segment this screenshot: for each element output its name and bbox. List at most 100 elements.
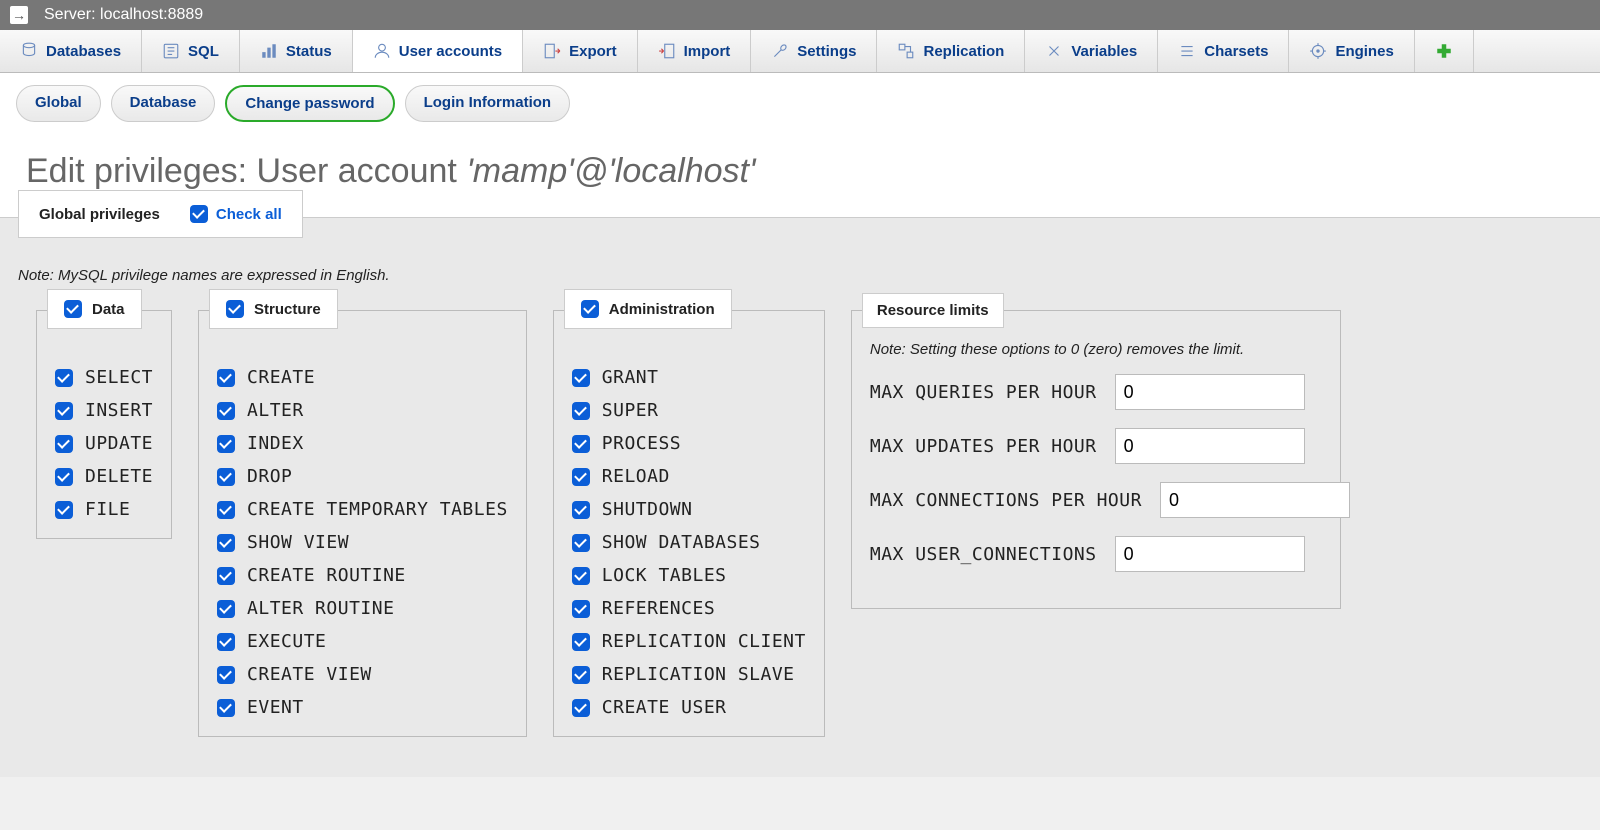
group-administration-legend[interactable]: Administration [564,289,732,329]
privilege-create[interactable]: CREATE [217,367,508,388]
privilege-create-routine[interactable]: CREATE ROUTINE [217,565,508,586]
nav-engines[interactable]: Engines [1289,30,1414,72]
group-administration-title: Administration [609,301,715,318]
privilege-insert[interactable]: INSERT [55,400,153,421]
privilege-lock-tables[interactable]: LOCK TABLES [572,565,806,586]
privilege-checkbox[interactable] [572,402,590,420]
nav-variables[interactable]: Variables [1025,30,1158,72]
privilege-super[interactable]: SUPER [572,400,806,421]
nav-more[interactable] [1415,30,1474,72]
group-structure-legend[interactable]: Structure [209,289,338,329]
privilege-delete[interactable]: DELETE [55,466,153,487]
privilege-checkbox[interactable] [572,369,590,387]
privilege-checkbox[interactable] [572,567,590,585]
privilege-label: CREATE VIEW [247,664,372,685]
privilege-checkbox[interactable] [572,501,590,519]
resource-limit-input[interactable] [1115,374,1305,410]
privilege-checkbox[interactable] [217,633,235,651]
resource-limit-input[interactable] [1115,428,1305,464]
privilege-reload[interactable]: RELOAD [572,466,806,487]
subtab-global[interactable]: Global [16,85,101,122]
privilege-show-view[interactable]: SHOW VIEW [217,532,508,553]
privilege-create-user[interactable]: CREATE USER [572,697,806,718]
group-resource-limits: Resource limits Note: Setting these opti… [851,310,1341,609]
privilege-alter-routine[interactable]: ALTER ROUTINE [217,598,508,619]
group-data: Data SELECTINSERTUPDATEDELETEFILE [36,310,172,539]
privilege-checkbox[interactable] [217,534,235,552]
privilege-create-temporary-tables[interactable]: CREATE TEMPORARY TABLES [217,499,508,520]
nav-replication[interactable]: Replication [877,30,1025,72]
privilege-grant[interactable]: GRANT [572,367,806,388]
privilege-checkbox[interactable] [55,402,73,420]
group-administration-checkbox[interactable] [581,300,599,318]
group-data-checkbox[interactable] [64,300,82,318]
nav-export[interactable]: Export [523,30,638,72]
collapse-arrow-icon[interactable]: → [10,6,28,24]
privilege-checkbox[interactable] [55,468,73,486]
nav-label: Export [569,43,617,60]
privilege-replication-client[interactable]: REPLICATION CLIENT [572,631,806,652]
privilege-event[interactable]: EVENT [217,697,508,718]
wrench-icon [771,42,789,60]
privilege-checkbox[interactable] [55,501,73,519]
privilege-checkbox[interactable] [217,435,235,453]
privilege-drop[interactable]: DROP [217,466,508,487]
privilege-create-view[interactable]: CREATE VIEW [217,664,508,685]
privilege-label: EVENT [247,697,304,718]
check-all-checkbox[interactable] [190,205,208,223]
privilege-label: RELOAD [602,466,670,487]
subtab-change-password[interactable]: Change password [225,85,394,122]
subtab-login-information[interactable]: Login Information [405,85,570,122]
privilege-checkbox[interactable] [572,666,590,684]
privilege-checkbox[interactable] [217,402,235,420]
subtab-database[interactable]: Database [111,85,216,122]
privilege-process[interactable]: PROCESS [572,433,806,454]
nav-import[interactable]: Import [638,30,752,72]
privilege-references[interactable]: REFERENCES [572,598,806,619]
privilege-checkbox[interactable] [572,468,590,486]
privilege-checkbox[interactable] [55,369,73,387]
privilege-checkbox[interactable] [572,633,590,651]
privilege-checkbox[interactable] [217,468,235,486]
check-all-control[interactable]: Check all [190,205,282,223]
nav-settings[interactable]: Settings [751,30,877,72]
privilege-checkbox[interactable] [217,699,235,717]
resource-limit-input[interactable] [1115,536,1305,572]
privilege-update[interactable]: UPDATE [55,433,153,454]
privilege-index[interactable]: INDEX [217,433,508,454]
privilege-shutdown[interactable]: SHUTDOWN [572,499,806,520]
nav-sql[interactable]: SQL [142,30,240,72]
nav-label: Variables [1071,43,1137,60]
privilege-checkbox[interactable] [217,567,235,585]
nav-user-accounts[interactable]: User accounts [353,30,523,72]
privilege-alter[interactable]: ALTER [217,400,508,421]
privilege-checkbox[interactable] [217,600,235,618]
resource-limit-input[interactable] [1160,482,1350,518]
resource-limits-title: Resource limits [877,302,989,319]
resource-limit-max-connections-per-hour: MAX CONNECTIONS PER HOUR [870,482,1322,518]
privilege-show-databases[interactable]: SHOW DATABASES [572,532,806,553]
privilege-checkbox[interactable] [55,435,73,453]
nav-databases[interactable]: Databases [0,30,142,72]
group-structure-checkbox[interactable] [226,300,244,318]
privilege-checkbox[interactable] [217,666,235,684]
privilege-checkbox[interactable] [217,501,235,519]
import-icon [658,42,676,60]
privilege-label: SHUTDOWN [602,499,693,520]
privilege-replication-slave[interactable]: REPLICATION SLAVE [572,664,806,685]
privilege-checkbox[interactable] [572,534,590,552]
privilege-checkbox[interactable] [572,699,590,717]
group-data-title: Data [92,301,125,318]
privilege-checkbox[interactable] [572,435,590,453]
group-data-legend[interactable]: Data [47,289,142,329]
server-label[interactable]: Server: localhost:8889 [44,6,203,24]
privilege-label: SHOW VIEW [247,532,349,553]
privilege-execute[interactable]: EXECUTE [217,631,508,652]
privilege-checkbox[interactable] [217,369,235,387]
privilege-file[interactable]: FILE [55,499,153,520]
privilege-label: ALTER [247,400,304,421]
nav-charsets[interactable]: Charsets [1158,30,1289,72]
privilege-checkbox[interactable] [572,600,590,618]
privilege-select[interactable]: SELECT [55,367,153,388]
nav-status[interactable]: Status [240,30,353,72]
